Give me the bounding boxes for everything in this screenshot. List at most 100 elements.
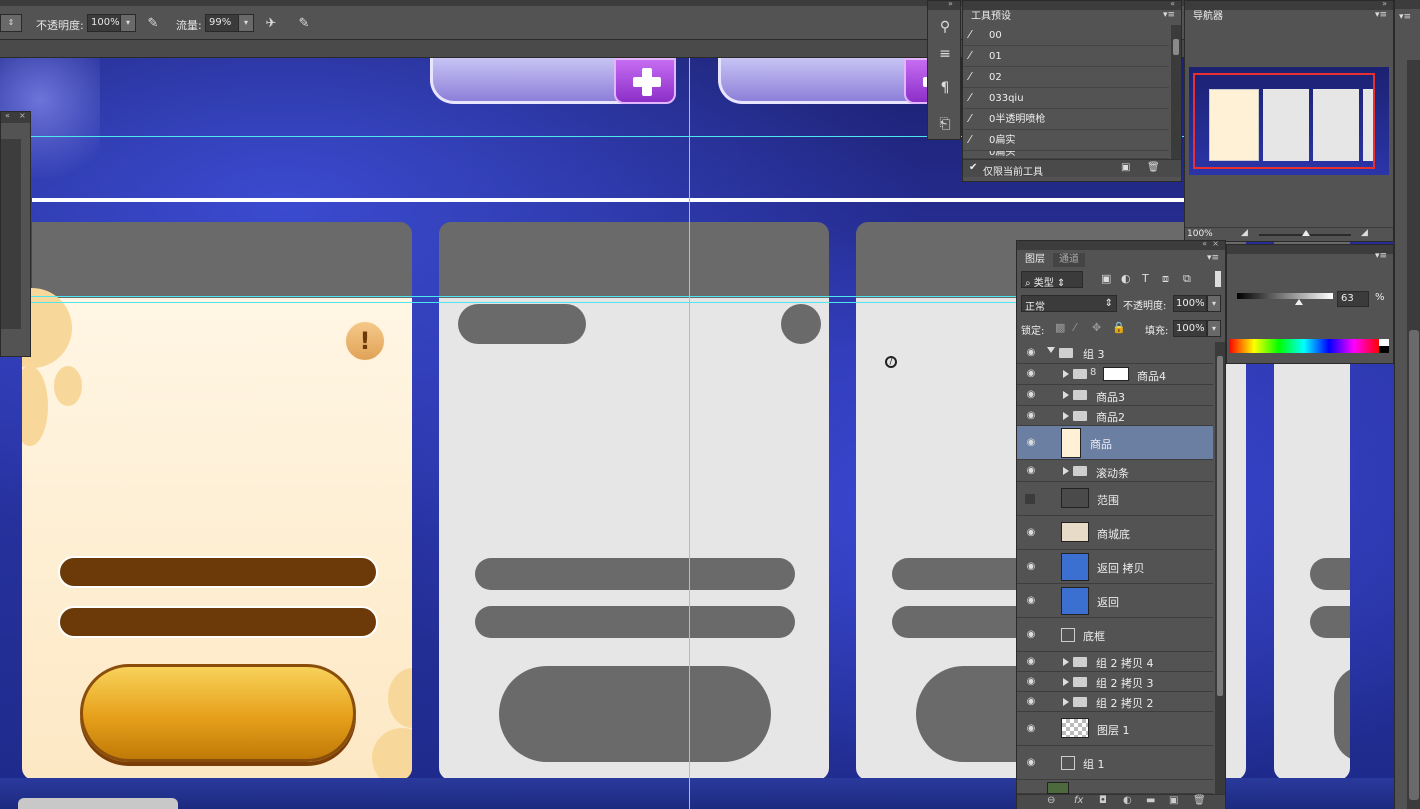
eye-icon[interactable]: ◉ — [1025, 629, 1037, 641]
layer-row[interactable]: ◉ 商品2 — [1017, 406, 1213, 426]
zoom-slider-thumb[interactable] — [1302, 230, 1310, 236]
eye-icon[interactable]: ◉ — [1025, 656, 1037, 668]
layer-row[interactable]: ◉ 底框 — [1017, 618, 1213, 652]
blend-mode-dropdown[interactable]: 正常 ⇕ — [1021, 295, 1117, 313]
black-swatch[interactable] — [1379, 346, 1389, 353]
fx-icon[interactable]: fx — [1074, 795, 1083, 806]
close-icon[interactable]: × — [19, 111, 26, 120]
zoom-in-icon[interactable]: ◢ — [1361, 228, 1368, 238]
add-mask-icon[interactable]: ◘ — [1099, 795, 1107, 806]
link-layers-icon[interactable]: ⊖ — [1047, 795, 1055, 806]
fill-input[interactable]: 100% — [1173, 320, 1207, 337]
filter-shape-icon[interactable]: ⧈ — [1162, 272, 1169, 286]
expand-arrow-icon[interactable] — [1047, 347, 1055, 353]
panel-menu-icon[interactable]: ▾≡ — [1163, 10, 1175, 20]
layer-opacity-dropdown[interactable]: ▾ — [1207, 295, 1221, 312]
scrollbar-thumb[interactable] — [1217, 356, 1223, 696]
filter-adjust-icon[interactable]: ◐ — [1121, 272, 1131, 285]
tab-layers[interactable]: 图层 — [1019, 253, 1051, 267]
clone-source-icon[interactable]: ⎗ — [936, 116, 954, 134]
close-icon[interactable]: × — [1212, 239, 1219, 248]
layer-thumbnail[interactable] — [1061, 428, 1081, 458]
layer-row[interactable]: 范围 — [1017, 482, 1213, 516]
view-area-box[interactable] — [1193, 73, 1375, 169]
new-preset-icon[interactable]: ▣ — [1121, 162, 1130, 173]
layer-row[interactable]: ◉ 组 2 拷贝 3 — [1017, 672, 1213, 692]
eye-icon[interactable]: ◉ — [1025, 757, 1037, 769]
list-item[interactable]: ⁄ 02 — [963, 67, 1169, 88]
horizontal-guide[interactable] — [0, 296, 1184, 297]
eye-icon[interactable]: ◉ — [1025, 389, 1037, 401]
list-item[interactable]: ⁄ 01 — [963, 46, 1169, 67]
filter-toggle[interactable] — [1215, 271, 1221, 287]
eye-icon[interactable]: ◉ — [1025, 561, 1037, 573]
lock-transparent-icon[interactable]: ▩ — [1055, 321, 1065, 334]
layer-row[interactable]: ◉ 滚动条 — [1017, 460, 1213, 482]
navigator-preview[interactable] — [1189, 67, 1389, 175]
panel-menu-icon[interactable]: ▾≡ — [1375, 251, 1387, 261]
tab-channels[interactable]: 通道 — [1053, 253, 1085, 267]
eye-icon[interactable]: ◉ — [1025, 465, 1037, 477]
zoom-out-icon[interactable]: ◢ — [1241, 228, 1248, 238]
lock-all-icon[interactable]: 🔒 — [1112, 321, 1126, 334]
expand-arrow-icon[interactable] — [1063, 467, 1069, 475]
brush-preset-icon[interactable]: ⚲ — [936, 19, 954, 37]
eye-icon[interactable]: ◉ — [1025, 723, 1037, 735]
close-icon[interactable]: » — [1382, 0, 1387, 8]
filter-text-icon[interactable]: T — [1142, 272, 1149, 285]
list-item[interactable]: ⁄ 0扁实 — [963, 130, 1169, 151]
filter-dropdown[interactable]: ⌕ 类型 ⇕ — [1021, 271, 1083, 289]
panel-menu-icon[interactable]: ▾≡ — [1375, 10, 1387, 20]
new-layer-icon[interactable]: ▣ — [1169, 795, 1178, 806]
layer-row[interactable]: ◉ 商城底 — [1017, 516, 1213, 550]
expand-arrow-icon[interactable] — [1063, 658, 1069, 666]
tab-navigator[interactable]: 导航器 — [1187, 10, 1229, 24]
link-icon[interactable]: 8 — [1090, 367, 1096, 378]
list-item[interactable]: ⁄ 00 — [963, 25, 1169, 46]
airbrush-icon[interactable]: ✈ — [262, 15, 280, 33]
mask-thumbnail[interactable] — [1103, 367, 1129, 381]
layer-thumbnail[interactable] — [1061, 488, 1089, 508]
canvas-scrollbar[interactable] — [1407, 60, 1420, 809]
brush-settings-icon[interactable]: ≡ — [936, 46, 954, 64]
pressure-opacity-icon[interactable]: ✎ — [144, 15, 162, 33]
layer-row[interactable]: ◉ 组 1 — [1017, 746, 1213, 780]
layer-thumbnail[interactable] — [1061, 587, 1089, 615]
opacity-input[interactable]: 100% — [87, 14, 121, 32]
preset-scrollbar[interactable] — [1171, 25, 1181, 159]
horizontal-guide[interactable] — [0, 302, 1184, 303]
collapse-icon[interactable]: « — [1202, 239, 1207, 248]
zoom-value[interactable]: 100% — [1187, 229, 1213, 239]
expand-arrow-icon[interactable] — [1063, 412, 1069, 420]
list-item[interactable]: 0扁头 — [963, 151, 1169, 159]
layer-row[interactable]: ◉ 组 2 拷贝 4 — [1017, 652, 1213, 672]
flow-input[interactable]: 99% — [205, 14, 239, 32]
visibility-off-box[interactable] — [1025, 494, 1035, 504]
collapse-icon[interactable]: » — [948, 0, 953, 8]
layer-opacity-input[interactable]: 100% — [1173, 295, 1207, 312]
trash-icon[interactable]: 🗑 — [1147, 162, 1160, 173]
scrollbar-thumb[interactable] — [1409, 330, 1419, 800]
layer-thumbnail[interactable] — [1061, 553, 1089, 581]
layer-row[interactable]: ◉ 返回 拷贝 — [1017, 550, 1213, 584]
layer-row[interactable]: ◉ 组 3 — [1017, 342, 1213, 364]
flow-dropdown[interactable]: ▾ — [238, 14, 254, 32]
layer-scrollbar[interactable] — [1215, 342, 1225, 794]
layer-thumbnail[interactable] — [1061, 718, 1089, 738]
layer-row[interactable]: ◉ 图层 1 — [1017, 712, 1213, 746]
eye-icon[interactable]: ◉ — [1025, 410, 1037, 422]
preset-dropdown[interactable]: ⇕ — [0, 14, 22, 32]
pressure-size-icon[interactable]: ✎ — [295, 15, 313, 33]
lock-paint-icon[interactable]: ⁄ — [1074, 321, 1076, 334]
vertical-guide[interactable] — [689, 58, 690, 809]
eye-icon[interactable]: ◉ — [1025, 347, 1037, 359]
expand-arrow-icon[interactable] — [1063, 391, 1069, 399]
eye-icon[interactable]: ◉ — [1025, 437, 1037, 449]
layer-row[interactable]: ◉ 8 商品4 — [1017, 364, 1213, 385]
expand-arrow-icon[interactable] — [1063, 370, 1069, 378]
collapse-icon[interactable]: « — [1170, 0, 1175, 8]
expand-arrow-icon[interactable] — [1063, 698, 1069, 706]
list-item[interactable]: ⁄ 0半透明喷枪 — [963, 109, 1169, 130]
lock-move-icon[interactable]: ✥ — [1092, 321, 1101, 334]
scrollbar-thumb[interactable] — [1173, 39, 1179, 55]
